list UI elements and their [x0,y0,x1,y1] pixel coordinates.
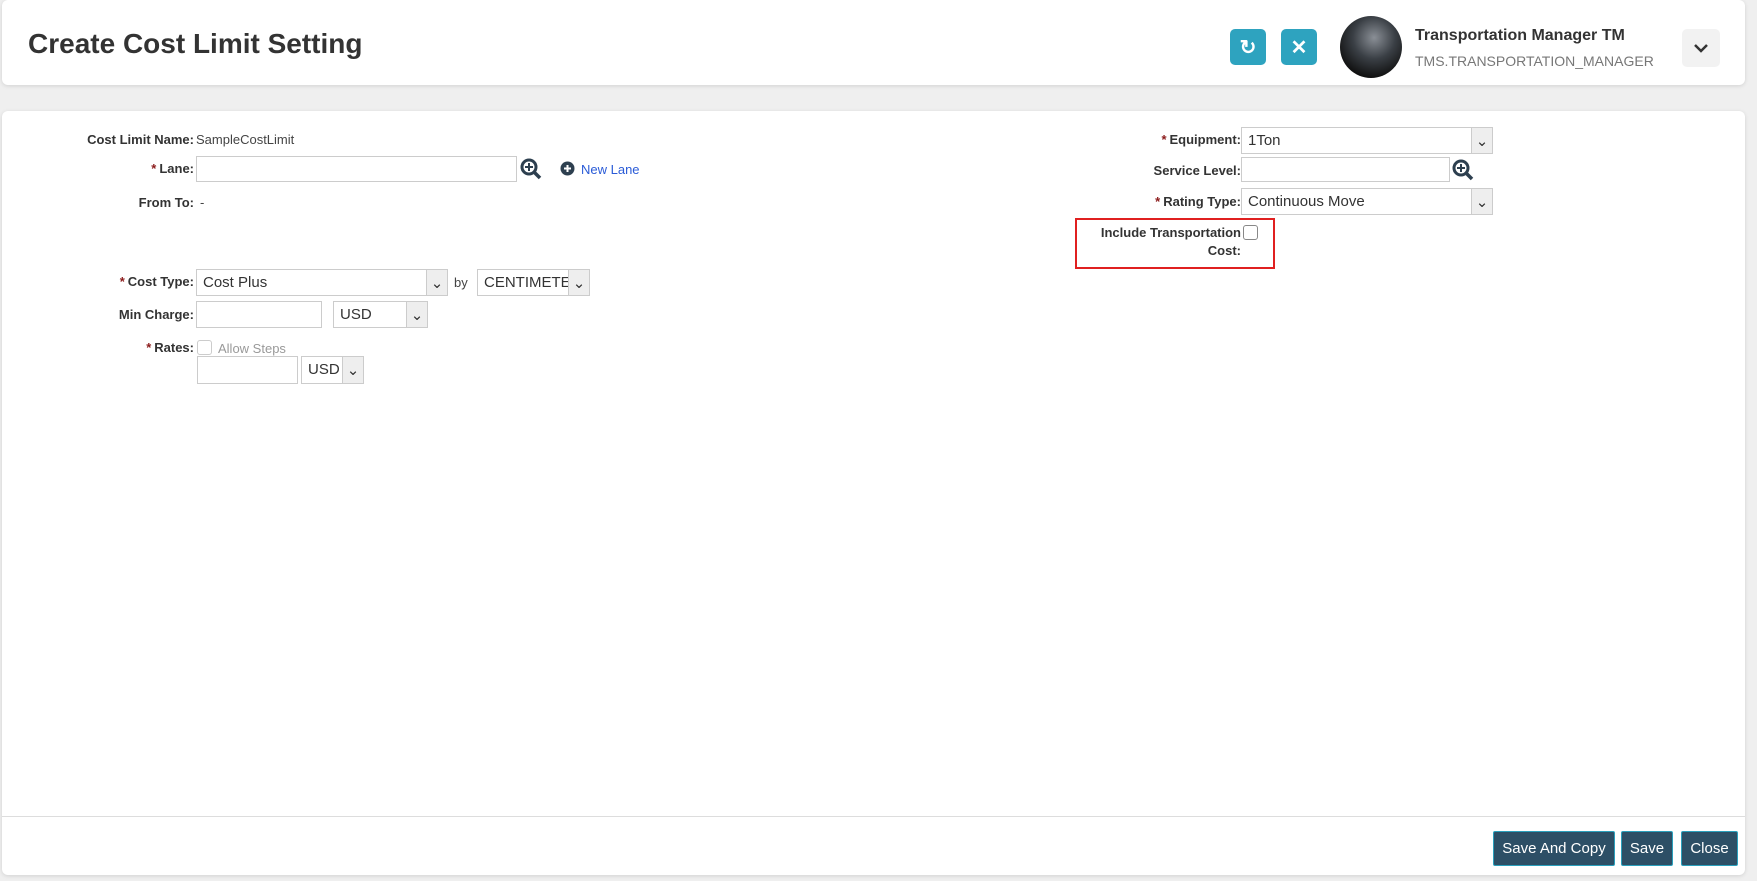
min-charge-label: Min Charge: [118,307,194,322]
save-button[interactable]: Save [1621,831,1673,866]
include-transportation-cost-checkbox[interactable] [1243,225,1258,240]
close-icon: ✕ [1290,36,1308,59]
form-panel: Cost Limit Name: SampleCostLimit * Lane: … [2,111,1745,875]
from-to-label: From To: [138,195,194,210]
cost-type-label: * Cost Type: [119,274,194,289]
service-level-label: Service Level: [1153,163,1241,178]
rating-type-select[interactable]: Continuous Move ⌄ [1241,188,1493,215]
lane-input[interactable] [196,156,517,182]
page-title: Create Cost Limit Setting [28,28,363,59]
from-to-value: - [200,195,205,210]
user-name: Transportation Manager TM [1415,27,1625,44]
min-charge-input[interactable] [196,301,322,328]
rates-label: * Rates: [146,340,194,355]
equipment-select[interactable]: 1Ton ⌄ [1241,127,1493,154]
allow-steps-checkbox[interactable] [197,340,212,355]
close-page-button[interactable]: ✕ [1281,29,1317,65]
refresh-button[interactable]: ↻ [1230,29,1266,65]
min-charge-currency-select[interactable]: USD ⌄ [333,301,428,328]
new-lane-link[interactable]: New Lane [581,162,640,177]
save-and-copy-button[interactable]: Save And Copy [1493,831,1615,866]
cost-limit-name-value: SampleCostLimit [196,132,295,147]
allow-steps-label: Allow Steps [218,341,286,356]
chevron-down-icon: ⌄ [426,270,447,295]
rates-input[interactable] [197,356,298,384]
rating-type-label: * Rating Type: [1155,194,1241,209]
lane-search-icon[interactable] [520,158,542,180]
include-transportation-cost-label: Include Transportation Cost: [1100,225,1241,258]
user-role: TMS.TRANSPORTATION_MANAGER [1415,53,1654,69]
by-label: by [454,275,468,290]
chevron-down-icon: ⌄ [1471,128,1492,153]
cost-type-select[interactable]: Cost Plus ⌄ [196,269,448,296]
footer-divider [2,816,1745,817]
unit-select[interactable]: CENTIMETE ⌄ [477,269,590,296]
close-button[interactable]: Close [1681,831,1738,866]
equipment-label: * Equipment: [1161,132,1241,147]
service-level-input[interactable] [1241,157,1450,182]
user-menu-button[interactable] [1682,29,1720,67]
chevron-down-icon: ⌄ [1471,189,1492,214]
chevron-down-icon [1694,44,1708,53]
plus-circle-icon [560,161,575,176]
rates-currency-select[interactable]: USD ⌄ [301,356,364,384]
service-level-search-icon[interactable] [1452,159,1474,181]
chevron-down-icon: ⌄ [568,270,589,295]
cost-limit-name-label: Cost Limit Name: [87,132,194,147]
refresh-icon: ↻ [1239,36,1257,59]
avatar [1340,16,1402,78]
chevron-down-icon: ⌄ [342,357,363,383]
lane-label: * Lane: [151,161,194,176]
chevron-down-icon: ⌄ [406,302,427,327]
